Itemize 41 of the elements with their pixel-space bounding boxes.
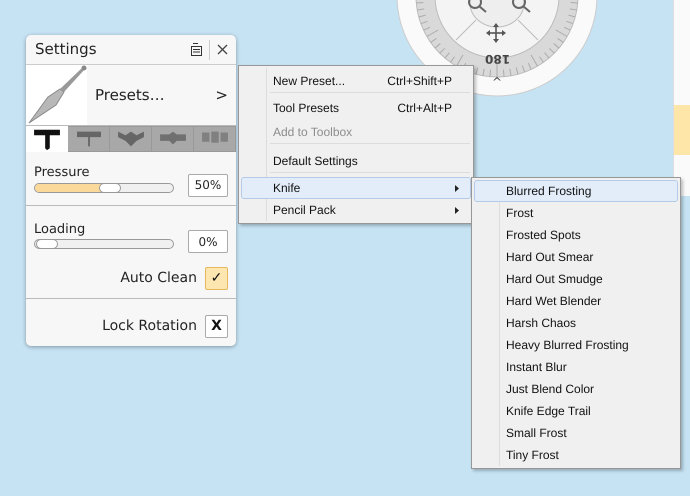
menu-item[interactable]: Instant Blur — [474, 356, 678, 378]
menu-item[interactable]: Blurred Frosting — [474, 180, 678, 202]
value-field[interactable]: 0% — [188, 230, 228, 253]
menu-item[interactable]: Default Settings — [241, 148, 471, 177]
chevron-glyph: > — [215, 84, 228, 106]
menu-item[interactable]: Tiny Frost — [474, 444, 678, 466]
angle-label: 180 — [485, 53, 510, 65]
toggle-label: Auto Clean — [120, 269, 197, 288]
menu-item[interactable]: Frosted Spots — [474, 224, 678, 246]
submenu-arrow-icon — [455, 185, 459, 192]
panel-title: Settings — [35, 39, 97, 60]
slider-thumb[interactable] — [36, 239, 58, 249]
value-field[interactable]: 50% — [188, 174, 228, 196]
menu-item[interactable]: Small Frost — [474, 422, 678, 444]
menu-item[interactable]: Just Blend Color — [474, 378, 678, 400]
toggle-button[interactable]: X — [205, 315, 228, 338]
slider-track[interactable] — [34, 182, 174, 192]
presets-label: Presets… — [95, 84, 165, 106]
menu-item[interactable]: Pencil Pack — [241, 199, 471, 221]
menu-item[interactable]: Harsh Chaos — [474, 312, 678, 334]
presets-button[interactable]: Presets… > — [87, 65, 236, 125]
toggle-button[interactable]: ✓ — [205, 267, 228, 290]
menu-item[interactable]: Hard Out Smudge — [474, 268, 678, 290]
menu-item[interactable]: New Preset... Ctrl+Shift+P — [241, 68, 471, 97]
close-icon[interactable] — [217, 44, 228, 55]
menu-item[interactable]: Knife — [241, 177, 471, 199]
list-icon[interactable] — [191, 43, 202, 56]
slider-thumb[interactable] — [98, 182, 120, 192]
menu-item[interactable]: Frost — [474, 202, 678, 224]
slider-label: Loading — [34, 220, 86, 238]
menu-item[interactable]: Hard Wet Blender — [474, 290, 678, 312]
menu-item[interactable]: Hard Out Smear — [474, 246, 678, 268]
menu-item[interactable]: Heavy Blurred Frosting — [474, 334, 678, 356]
submenu-arrow-icon — [455, 207, 459, 214]
slider-track[interactable] — [34, 239, 174, 249]
move-icon[interactable] — [486, 23, 506, 43]
menu-item[interactable]: Knife Edge Trail — [474, 400, 678, 422]
menu-item[interactable]: Tool Presets Ctrl+Alt+P — [241, 97, 471, 119]
collapse-toggle[interactable]: ^ — [492, 76, 502, 88]
slider-label: Pressure — [34, 164, 91, 182]
toggle-label: Lock Rotation — [102, 317, 197, 336]
